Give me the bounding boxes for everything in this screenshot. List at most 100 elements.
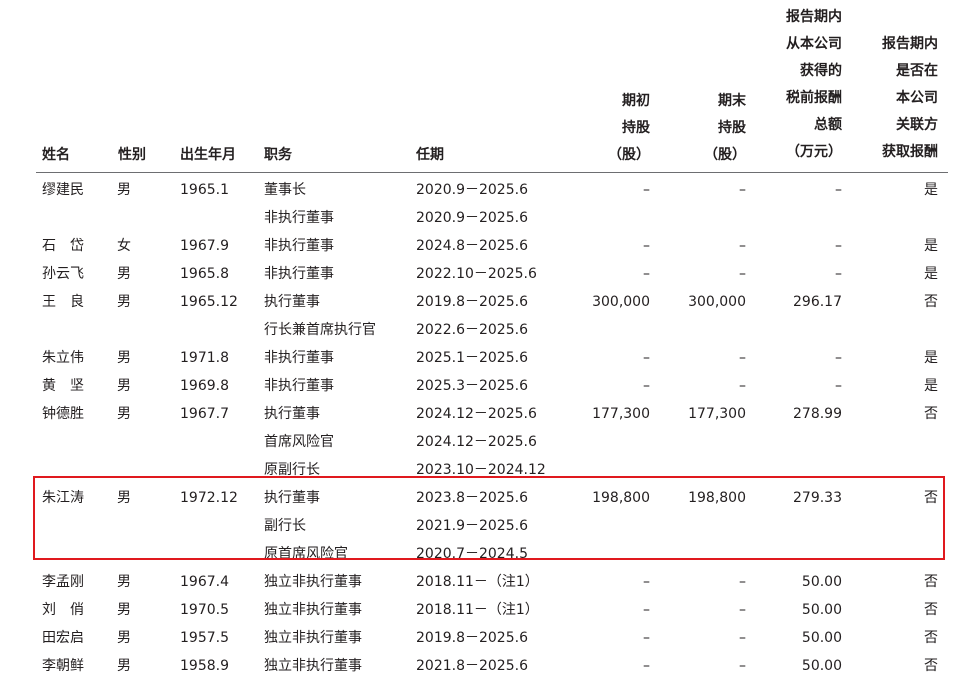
cell-begin-shares: – <box>643 182 650 198</box>
cell-position: 独立非执行董事 <box>264 574 362 590</box>
cell-gender: 男 <box>117 574 131 590</box>
cell-position: 非执行董事 <box>264 350 334 366</box>
cell-birth: 1965.12 <box>180 294 238 310</box>
header-position: 职务 <box>264 147 292 163</box>
cell-name: 钟德胜 <box>42 406 84 422</box>
header-birth: 出生年月 <box>180 147 236 163</box>
header-term: 任期 <box>416 147 444 163</box>
cell-name: 黄 坚 <box>42 378 84 394</box>
cell-name: 李朝鲜 <box>42 658 84 674</box>
cell-begin-shares: – <box>643 350 650 366</box>
cell-gender: 男 <box>117 658 131 674</box>
cell-begin-shares: – <box>643 266 650 282</box>
cell-position: 首席风险官 <box>264 434 334 450</box>
cell-end-shares: – <box>739 574 746 590</box>
cell-related-pay: 否 <box>924 406 938 422</box>
cell-related-pay: 是 <box>924 238 938 254</box>
cell-gender: 男 <box>117 630 131 646</box>
cell-end-shares: – <box>739 238 746 254</box>
cell-end-shares: 300,000 <box>688 294 746 310</box>
cell-term: 2019.8－2025.6 <box>416 630 528 646</box>
cell-end-shares: 177,300 <box>688 406 746 422</box>
header-rule <box>36 172 948 173</box>
cell-birth: 1967.4 <box>180 574 229 590</box>
cell-position: 独立非执行董事 <box>264 602 362 618</box>
cell-position: 执行董事 <box>264 294 320 310</box>
cell-term: 2020.9－2025.6 <box>416 210 528 226</box>
cell-pretax-pay: 50.00 <box>801 658 842 674</box>
cell-term: 2022.10－2025.6 <box>416 266 537 282</box>
cell-position: 独立非执行董事 <box>264 658 362 674</box>
header-begin-shares: 期初 持股 （股） <box>608 93 650 163</box>
cell-gender: 男 <box>117 294 131 310</box>
cell-related-pay: 否 <box>924 630 938 646</box>
cell-term: 2024.8－2025.6 <box>416 238 528 254</box>
cell-related-pay: 是 <box>924 350 938 366</box>
cell-pretax-pay: – <box>835 350 842 366</box>
cell-pretax-pay: 278.99 <box>793 406 842 422</box>
cell-end-shares: – <box>739 266 746 282</box>
cell-end-shares: – <box>739 378 746 394</box>
cell-term: 2021.8－2025.6 <box>416 658 528 674</box>
cell-position: 非执行董事 <box>264 238 334 254</box>
directors-compensation-table: 姓名 性别 出生年月 职务 任期 期初 持股 （股） 期末 持股 （股） 报告期… <box>0 0 972 687</box>
cell-name: 朱立伟 <box>42 350 84 366</box>
cell-end-shares: – <box>739 630 746 646</box>
cell-begin-shares: 177,300 <box>592 406 650 422</box>
cell-name: 刘 俏 <box>42 602 84 618</box>
cell-begin-shares: – <box>643 658 650 674</box>
cell-name: 田宏启 <box>42 630 84 646</box>
cell-begin-shares: – <box>643 630 650 646</box>
cell-term: 2025.3－2025.6 <box>416 378 528 394</box>
cell-birth: 1965.1 <box>180 182 229 198</box>
cell-position: 非执行董事 <box>264 378 334 394</box>
cell-position: 非执行董事 <box>264 210 334 226</box>
cell-position: 独立非执行董事 <box>264 630 362 646</box>
cell-related-pay: 否 <box>924 658 938 674</box>
header-end-shares: 期末 持股 （股） <box>704 93 746 163</box>
cell-begin-shares: – <box>643 602 650 618</box>
cell-name: 孙云飞 <box>42 266 84 282</box>
cell-pretax-pay: – <box>835 182 842 198</box>
cell-pretax-pay: – <box>835 266 842 282</box>
cell-begin-shares: – <box>643 574 650 590</box>
cell-name: 王 良 <box>42 294 84 310</box>
cell-birth: 1967.9 <box>180 238 229 254</box>
header-gender: 性别 <box>118 147 146 163</box>
cell-term: 2020.9－2025.6 <box>416 182 528 198</box>
cell-gender: 男 <box>117 602 131 618</box>
cell-birth: 1970.5 <box>180 602 229 618</box>
cell-term: 2022.6－2025.6 <box>416 322 528 338</box>
header-name: 姓名 <box>42 147 70 163</box>
cell-position: 行长兼首席执行官 <box>264 322 376 338</box>
cell-term: 2018.11－（注1） <box>416 602 539 618</box>
cell-related-pay: 否 <box>924 294 938 310</box>
cell-birth: 1957.5 <box>180 630 229 646</box>
cell-term: 2024.12－2025.6 <box>416 406 537 422</box>
header-pretax-pay: 报告期内 从本公司 获得的 税前报酬 总额 （万元） <box>786 9 842 160</box>
cell-term: 2018.11－（注1） <box>416 574 539 590</box>
cell-gender: 男 <box>117 266 131 282</box>
highlight-box <box>33 476 945 560</box>
cell-pretax-pay: 50.00 <box>801 630 842 646</box>
cell-name: 李孟刚 <box>42 574 84 590</box>
cell-pretax-pay: – <box>835 378 842 394</box>
cell-related-pay: 否 <box>924 602 938 618</box>
cell-pretax-pay: 50.00 <box>801 602 842 618</box>
cell-pretax-pay: 296.17 <box>793 294 842 310</box>
cell-name: 石 岱 <box>42 238 84 254</box>
cell-begin-shares: – <box>643 238 650 254</box>
cell-gender: 男 <box>117 378 131 394</box>
cell-position: 执行董事 <box>264 406 320 422</box>
cell-related-pay: 否 <box>924 574 938 590</box>
cell-end-shares: – <box>739 602 746 618</box>
cell-position: 非执行董事 <box>264 266 334 282</box>
cell-birth: 1971.8 <box>180 350 229 366</box>
cell-pretax-pay: 50.00 <box>801 574 842 590</box>
cell-gender: 男 <box>117 350 131 366</box>
cell-begin-shares: 300,000 <box>592 294 650 310</box>
cell-birth: 1965.8 <box>180 266 229 282</box>
cell-pretax-pay: – <box>835 238 842 254</box>
cell-related-pay: 是 <box>924 266 938 282</box>
cell-gender: 女 <box>117 238 131 254</box>
